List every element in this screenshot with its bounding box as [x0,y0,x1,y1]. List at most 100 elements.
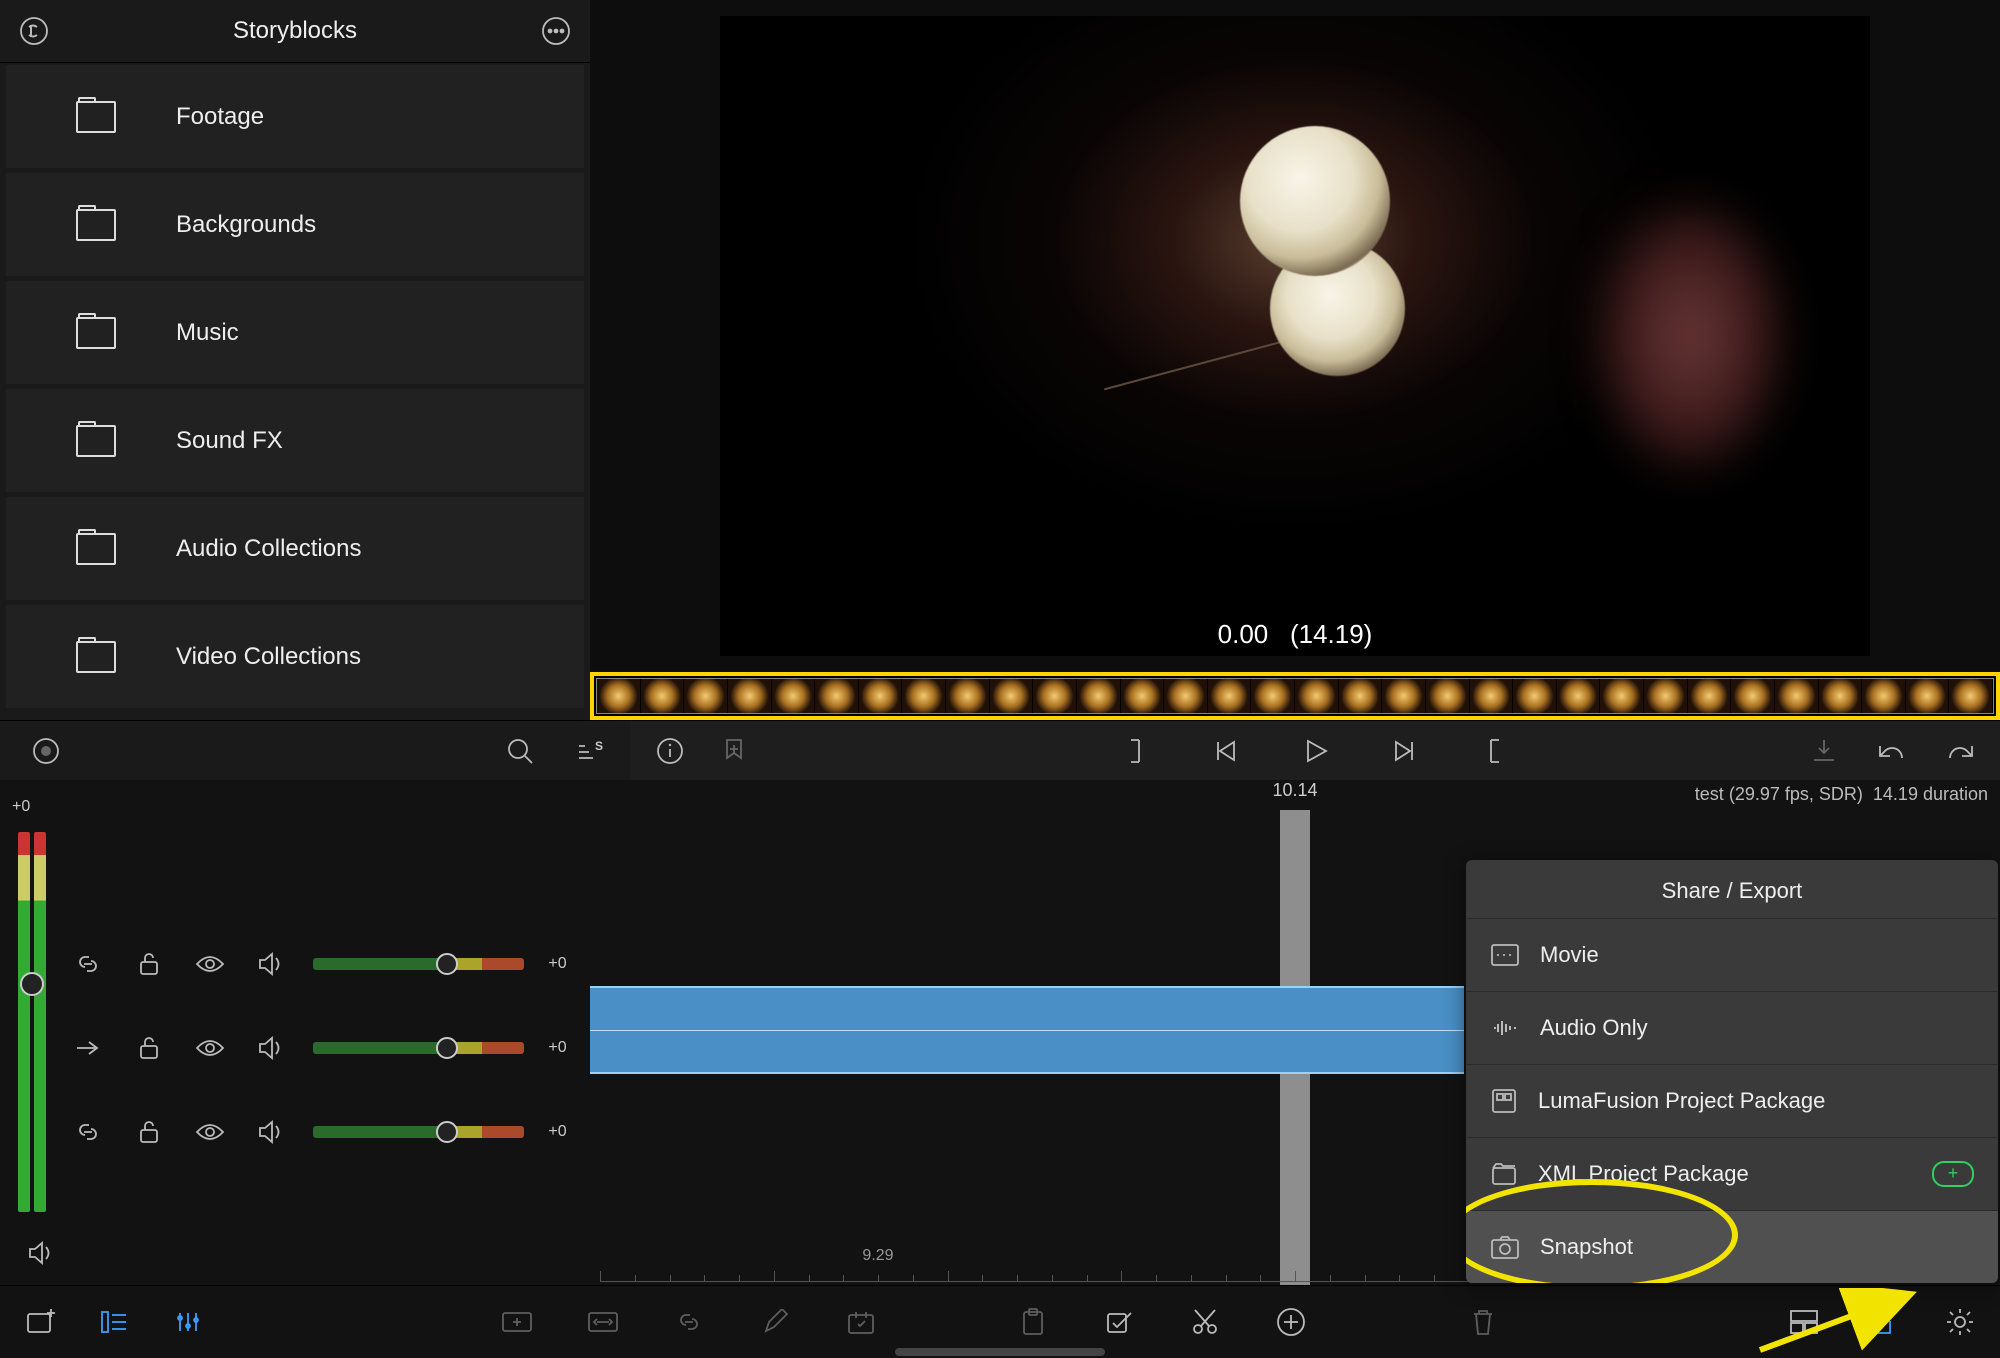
play-icon[interactable] [1295,731,1335,771]
track-gain-label: +0 [548,1039,576,1057]
prev-frame-icon[interactable] [1205,731,1245,771]
sidebar-item-video-collections[interactable]: Video Collections [6,605,584,708]
track-controls: +0 +0 +0 [0,780,590,1285]
settings-gear-icon[interactable] [1940,1302,1980,1342]
clip-filmstrip[interactable] [590,672,2000,720]
premium-badge: + [1932,1161,1974,1187]
bottom-toolbar [0,1285,2000,1358]
speaker-icon[interactable] [252,1112,289,1152]
sidebar-footer: S [0,720,630,781]
link-icon[interactable] [70,944,107,984]
filmstrip-frames [596,678,1994,714]
share-export-popup: Share / Export Movie Audio Only LumaFusi… [1466,860,1998,1283]
preview-time-overlay: 0.00 (14.19) [1218,619,1373,650]
sidebar-item-music[interactable]: Music [6,281,584,384]
share-item-xml-package[interactable]: XML Project Package + [1466,1137,1998,1210]
main-track-icon[interactable] [70,1028,107,1068]
sidebar-item-label: Footage [176,103,264,131]
sidebar-item-backgrounds[interactable]: Backgrounds [6,173,584,276]
sidebar-item-footage[interactable]: Footage [6,65,584,168]
link-icon[interactable] [70,1112,107,1152]
timeline-clip[interactable] [590,986,1464,1074]
share-item-label: XML Project Package [1538,1161,1749,1187]
share-item-snapshot[interactable]: Snapshot [1466,1210,1998,1283]
folder-icon [76,425,116,457]
project-name: test [1695,784,1724,804]
share-item-audio[interactable]: Audio Only [1466,991,1998,1064]
presets-icon[interactable] [841,1302,881,1342]
trim-clip-icon[interactable] [583,1302,623,1342]
share-item-lumafusion-package[interactable]: LumaFusion Project Package [1466,1064,1998,1137]
track-volume-slider[interactable] [313,958,524,970]
layout-icon[interactable] [1784,1302,1824,1342]
track-gain-label: +0 [548,1123,576,1141]
sidebar-item-soundfx[interactable]: Sound FX [6,389,584,492]
sidebar-item-label: Backgrounds [176,211,316,239]
mark-in-icon[interactable] [1115,731,1155,771]
speaker-icon[interactable] [252,944,289,984]
edit-pencil-icon[interactable] [755,1302,795,1342]
sort-icon[interactable]: S [570,731,610,771]
visibility-icon[interactable] [192,1112,229,1152]
preview-panel: 0.00 (14.19) [590,0,2000,720]
master-level-label: +0 [0,798,590,832]
search-icon[interactable] [500,731,540,771]
sidebar-item-label: Video Collections [176,643,361,671]
share-item-movie[interactable]: Movie [1466,918,1998,991]
visibility-icon[interactable] [192,944,229,984]
storyblocks-logo-icon[interactable] [14,11,54,51]
library-view-icon[interactable] [94,1302,134,1342]
home-grabber[interactable] [895,1348,1105,1356]
speaker-icon[interactable] [252,1028,289,1068]
app-root: Storyblocks Footage Backgrounds Music [0,0,2000,1358]
sidebar-item-label: Sound FX [176,427,283,455]
project-duration: 14.19 duration [1873,784,1988,804]
add-plus-circle-icon[interactable] [1271,1302,1311,1342]
track-row-1: +0 [0,922,590,1006]
upper-region: Storyblocks Footage Backgrounds Music [0,0,2000,720]
project-info-suffix: (29.97 fps, SDR) [1729,784,1863,804]
preview-image: 0.00 (14.19) [720,16,1870,656]
more-options-icon[interactable] [536,11,576,51]
next-frame-icon[interactable] [1385,731,1425,771]
preview-viewport[interactable]: 0.00 (14.19) [590,0,2000,672]
master-level-meter[interactable] [18,832,46,1212]
trash-icon[interactable] [1463,1302,1503,1342]
preview-time-total: (14.19) [1290,619,1372,649]
mixer-view-icon[interactable] [168,1302,208,1342]
insert-to-timeline-icon[interactable] [1804,731,1844,771]
track-row-3: +0 [0,1090,590,1174]
sidebar-header: Storyblocks [0,0,590,63]
share-item-label: Audio Only [1540,1015,1648,1041]
track-volume-slider[interactable] [313,1042,524,1054]
lock-icon[interactable] [131,1028,168,1068]
link-clip-icon[interactable] [669,1302,709,1342]
add-source-icon[interactable] [20,1302,60,1342]
record-indicator-icon[interactable] [26,731,66,771]
lock-icon[interactable] [131,1112,168,1152]
add-clip-icon[interactable] [497,1302,537,1342]
redo-icon[interactable] [1940,731,1980,771]
master-speaker-icon[interactable] [22,1233,62,1273]
sidebar-items: Footage Backgrounds Music Sound FX Audio… [0,63,590,711]
info-icon[interactable] [650,731,690,771]
marker-icon[interactable] [714,731,754,771]
sidebar-title: Storyblocks [54,17,536,45]
sidebar-item-audio-collections[interactable]: Audio Collections [6,497,584,600]
track-volume-slider[interactable] [313,1126,524,1138]
timeline-canvas[interactable]: 10.14 test (29.97 fps, SDR) 14.19 durati… [590,780,2000,1285]
mark-out-icon[interactable] [1475,731,1515,771]
clipboard-icon[interactable] [1013,1302,1053,1342]
lock-icon[interactable] [131,944,168,984]
svg-text:S: S [595,739,603,753]
folder-icon [76,101,116,133]
share-icon[interactable] [1862,1302,1902,1342]
visibility-icon[interactable] [192,1028,229,1068]
share-item-label: Snapshot [1540,1234,1633,1260]
sidebar-item-label: Music [176,319,239,347]
master-level-knob[interactable] [20,972,44,996]
folder-icon [76,641,116,673]
checkbox-icon[interactable] [1099,1302,1139,1342]
undo-icon[interactable] [1872,731,1912,771]
cut-scissors-icon[interactable] [1185,1302,1225,1342]
